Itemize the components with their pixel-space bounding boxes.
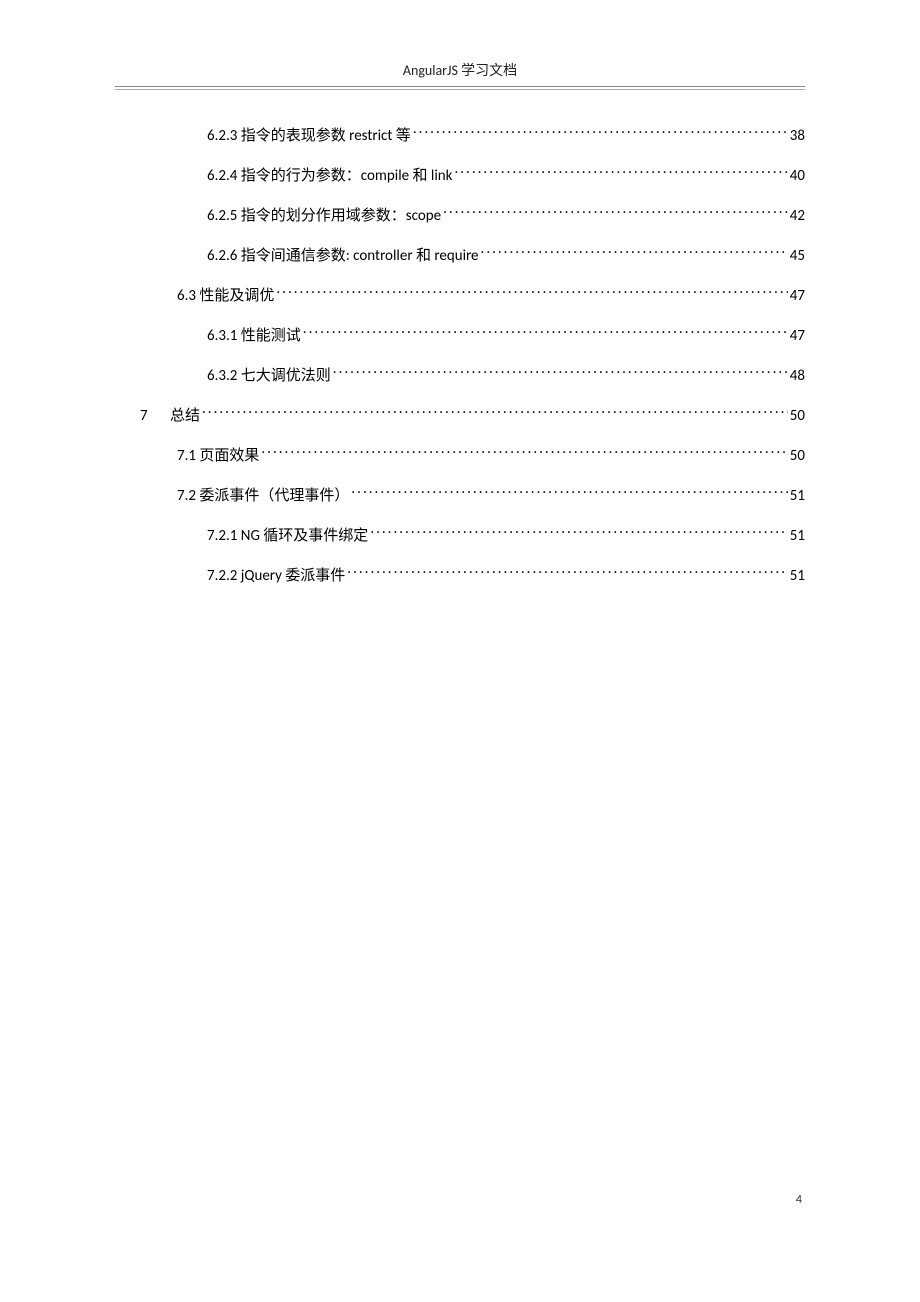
page-number: 4: [796, 1193, 802, 1207]
toc-label: 6.2.3 指令的表现参数 restrict 等: [207, 126, 411, 147]
toc-entry: 6.3.2 七大调优法则 48: [115, 365, 805, 387]
document-page: AngularJS 学习文档 6.2.3 指令的表现参数 restrict 等 …: [0, 0, 920, 1302]
toc-leader: [351, 485, 787, 500]
toc-leader: [276, 285, 787, 300]
toc-page: 50: [790, 446, 805, 467]
toc-chapter-number: 7: [140, 406, 170, 427]
toc-entry: 7.2.1 NG 循环及事件绑定 51: [115, 525, 805, 547]
toc-label: 7.2.2 jQuery 委派事件: [207, 566, 345, 587]
toc-label: 6.2.4 指令的行为参数：compile 和 link: [207, 166, 452, 187]
toc-leader: [370, 525, 787, 540]
toc-page: 42: [790, 206, 805, 227]
toc-leader: [454, 165, 787, 180]
toc-page: 45: [790, 246, 805, 267]
table-of-contents: 6.2.3 指令的表现参数 restrict 等 38 6.2.4 指令的行为参…: [115, 125, 805, 587]
page-header: AngularJS 学习文档: [115, 60, 805, 87]
toc-page: 48: [790, 366, 805, 387]
toc-page: 51: [790, 526, 805, 547]
toc-label: 7.2.1 NG 循环及事件绑定: [207, 526, 368, 547]
toc-label: 6.3 性能及调优: [177, 286, 274, 307]
toc-entry: 6.3 性能及调优 47: [115, 285, 805, 307]
toc-label: 7.2 委派事件（代理事件）: [177, 486, 349, 507]
toc-leader: [261, 445, 787, 460]
toc-entry: 6.2.6 指令间通信参数: controller 和 require 45: [115, 245, 805, 267]
toc-page: 51: [790, 566, 805, 587]
toc-entry: 6.2.3 指令的表现参数 restrict 等 38: [115, 125, 805, 147]
toc-label: 6.3.2 七大调优法则: [207, 366, 331, 387]
toc-page: 47: [790, 326, 805, 347]
toc-entry: 7.1 页面效果 50: [115, 445, 805, 467]
toc-leader: [347, 565, 787, 580]
toc-leader: [443, 205, 788, 220]
toc-page: 50: [790, 406, 805, 427]
toc-page: 40: [790, 166, 805, 187]
toc-entry: 7 总结 50: [115, 405, 805, 427]
toc-leader: [481, 245, 788, 260]
toc-leader: [202, 405, 788, 420]
header-title: AngularJS 学习文档: [403, 62, 517, 79]
toc-entry: 6.2.4 指令的行为参数：compile 和 link 40: [115, 165, 805, 187]
toc-entry: 6.2.5 指令的划分作用域参数：scope 42: [115, 205, 805, 227]
toc-label: 7.1 页面效果: [177, 446, 259, 467]
toc-entry: 7.2.2 jQuery 委派事件 51: [115, 565, 805, 587]
toc-label: 6.3.1 性能测试: [207, 326, 301, 347]
toc-label: 总结: [170, 406, 200, 427]
toc-entry: 6.3.1 性能测试 47: [115, 325, 805, 347]
toc-label: 6.2.6 指令间通信参数: controller 和 require: [207, 246, 479, 267]
toc-page: 47: [790, 286, 805, 307]
toc-page: 51: [790, 486, 805, 507]
toc-page: 38: [790, 126, 805, 147]
toc-entry: 7.2 委派事件（代理事件） 51: [115, 485, 805, 507]
toc-label: 6.2.5 指令的划分作用域参数：scope: [207, 206, 441, 227]
toc-leader: [333, 365, 788, 380]
toc-leader: [413, 125, 788, 140]
toc-leader: [303, 325, 788, 340]
